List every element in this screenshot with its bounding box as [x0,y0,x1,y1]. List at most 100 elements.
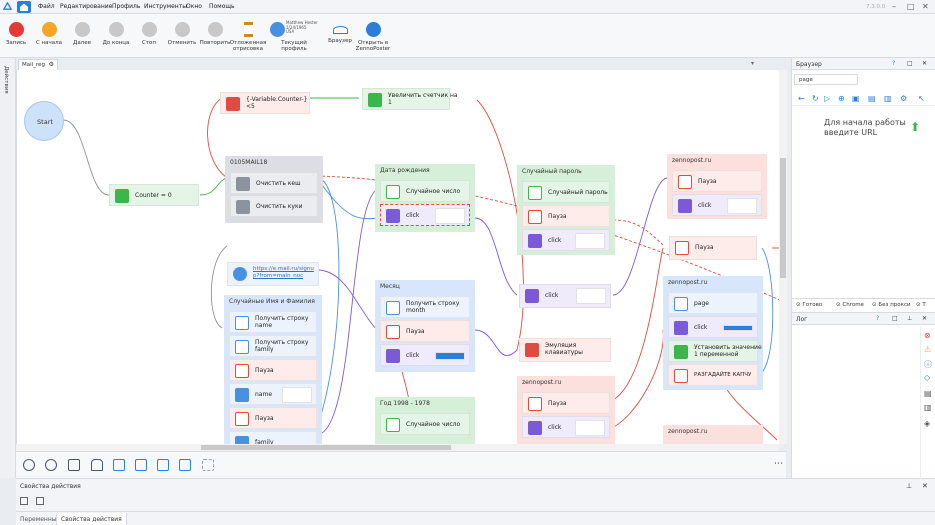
grid-icon[interactable] [68,459,80,471]
forward-icon[interactable]: ▷ [824,94,830,103]
pointer-icon[interactable]: ↖ [918,94,925,103]
pause-node[interactable]: Пауза [229,407,317,429]
tab-dropdown-icon[interactable]: ▾ [751,60,754,67]
group-zennopost-2[interactable]: zennopost.ru Пауза click [517,376,615,444]
set-name-node[interactable]: name [229,383,317,405]
group-random-password[interactable]: Случайный пароль Случайный пароль Пауза … [517,165,615,255]
click-node[interactable]: click [668,316,758,338]
info-icon[interactable]: ⓘ [924,359,932,370]
group-birth-date[interactable]: Дата рождения Случайное число click [375,164,475,232]
menu-help[interactable]: Помощь [209,3,235,10]
group-mail[interactable]: 0105MAIL18 Очистить кеш Очистить куки [225,156,323,223]
align-left-icon[interactable] [113,459,125,471]
error-icon[interactable]: ⊗ [924,331,931,340]
properties-list-icon[interactable] [36,497,44,505]
captcha-node[interactable]: РАЗГАДАЙТЕ КАПЧУ [668,364,758,386]
group-year[interactable]: Год 1998 - 1978 Случайное число [375,397,475,444]
close-icon[interactable]: ✕ [922,2,929,11]
tab-variables[interactable]: Переменные [20,516,60,523]
user-icon[interactable] [45,459,57,471]
menu-tools[interactable]: Инструменты [144,3,187,10]
panel-close-icon[interactable]: ✕ [922,315,927,322]
settings-icon[interactable] [23,459,35,471]
add-group-icon[interactable] [202,459,214,471]
pause-node[interactable]: Пауза [522,205,610,227]
maximize-icon[interactable]: □ [907,2,915,11]
random-number-node[interactable]: Случайное число [380,180,470,202]
start-node[interactable]: Start [24,101,64,141]
url-label[interactable]: https://e.mail.ru/signup?from=main_noc [253,266,317,280]
menu-edit[interactable]: Редактирование [60,3,112,10]
workflow-canvas[interactable]: Start Counter = 0 {-Variable.Counter-} <… [16,70,779,444]
keyboard-emulation-node[interactable]: Эмуляция клавиатуры [519,338,611,362]
actions-side-tab[interactable]: Действия [0,58,16,478]
horizontal-scroll-thumb[interactable] [201,445,451,450]
click-node[interactable]: click [380,204,470,226]
pause-node[interactable]: Пауза [522,392,610,414]
tab-action-properties[interactable]: Свойства действия [56,513,127,525]
clear-cache-node[interactable]: Очистить кеш [230,172,318,194]
pin-icon[interactable]: ⊥ [906,482,912,490]
group-zennopost-1[interactable]: zennopost.ru Пауза click [667,154,767,219]
random-password-node[interactable]: Случайный пароль [522,181,610,203]
home-nav-icon[interactable]: ⊕ [838,94,845,103]
open-zennoposter-button[interactable]: Открыть в ZennoPoster [352,16,394,52]
help-icon[interactable]: ? [892,60,895,67]
restore-icon[interactable]: □ [907,60,913,67]
click-node[interactable]: click [380,344,470,366]
canvas-vertical-scrollbar[interactable] [779,70,787,444]
panel-close-icon[interactable]: ✕ [922,482,928,490]
set-family-node[interactable]: family [229,431,317,444]
copy-icon[interactable]: ▤ [924,389,932,398]
group-zennopost-main[interactable]: zennopost.ru page click Установить значе… [663,276,763,390]
lock-icon[interactable] [91,459,103,471]
click-node[interactable]: click [522,416,610,438]
pause-node[interactable]: Пауза [380,320,470,342]
distribute-icon[interactable] [179,459,191,471]
group-zennopost-4[interactable]: zennopost.ru [663,425,763,444]
more-icon[interactable]: ⋯ [774,459,783,469]
status-chrome[interactable]: ⊙ Chrome [836,302,864,308]
get-month-node[interactable]: Получить строку month [380,296,470,318]
warning-icon[interactable]: ⚠ [924,345,931,354]
navigate-url-node[interactable]: https://e.mail.ru/signup?from=main_noc [227,262,319,286]
click-node[interactable]: click [519,284,611,308]
pause-node[interactable]: Пауза [672,170,762,192]
pause-node[interactable]: Пауза [229,359,317,381]
click-node[interactable]: click [672,194,762,216]
home-button[interactable] [17,1,31,13]
status-t[interactable]: ⊙ Т [916,302,926,308]
click-node[interactable]: click [522,229,610,251]
tab-mail-reg[interactable]: Mail_reg ⚙ [18,59,58,70]
settings-nav-icon[interactable]: ⚙ [900,94,907,103]
back-icon[interactable]: ← [798,94,805,103]
pin-icon[interactable]: ⊥ [907,315,912,322]
tabs-icon[interactable]: ▣ [852,94,860,103]
screenshot-icon[interactable]: ▤ [868,94,876,103]
group-name-family[interactable]: Случайные Имя и Фамилия Получить строку … [224,295,322,444]
set-variable-node[interactable]: Установить значение 1 переменной [668,340,762,362]
save-log-icon[interactable]: ▥ [924,403,932,412]
get-name-node[interactable]: Получить строку name [229,311,317,333]
menu-window[interactable]: Окно [186,3,202,10]
pause-node[interactable]: Пауза [669,236,757,260]
minimize-icon[interactable]: – [892,2,896,11]
canvas-horizontal-scrollbar[interactable] [16,444,779,451]
clear-cookies-node[interactable]: Очистить куки [230,195,318,217]
deferred-render-button[interactable]: Отложенная отрисовка [228,16,268,52]
capture-icon[interactable]: ▥ [884,94,892,103]
align-right-icon[interactable] [157,459,169,471]
align-center-icon[interactable] [135,459,147,471]
menu-profile[interactable]: Профиль [112,3,140,10]
gear-icon[interactable]: ⚙ [49,61,54,68]
current-profile-button[interactable]: Matthew Hester 1/24/1965 USA Текущий про… [268,16,320,52]
vertical-scroll-thumb[interactable] [780,158,786,278]
page-node[interactable]: page [668,292,758,314]
condition-node[interactable]: {-Variable.Counter-} <5 [220,92,310,114]
status-proxy[interactable]: ⊙ Без прокси [872,302,911,308]
browser-tab-page[interactable]: page [794,74,858,85]
group-month[interactable]: Месяц Получить строку month Пауза click [375,280,475,372]
categorized-icon[interactable] [20,497,28,505]
reload-icon[interactable]: ↻ [812,94,819,103]
menu-file[interactable]: Файл [38,3,55,10]
